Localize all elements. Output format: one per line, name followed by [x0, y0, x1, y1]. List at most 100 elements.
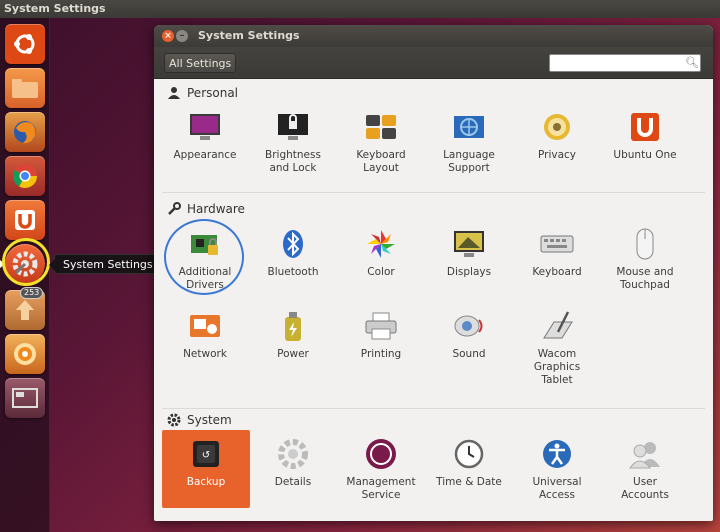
- item-label: Keyboard Layout: [356, 149, 406, 174]
- keyboard-icon: [540, 235, 574, 253]
- person-icon: [168, 87, 180, 99]
- launcher-firefox-button[interactable]: [5, 112, 45, 152]
- item-label: Bluetooth: [267, 266, 319, 278]
- tablet-icon: [543, 311, 573, 339]
- settings-item-appearance[interactable]: Appearance: [161, 109, 249, 162]
- item-label: Brightness and Lock: [265, 149, 321, 174]
- settings-item-backup[interactable]: ↺ Backup: [162, 430, 250, 508]
- section-separator: [162, 408, 705, 409]
- chrome-icon: [12, 164, 37, 189]
- ubuntu-one-icon: [631, 113, 659, 141]
- item-label: Ubuntu One: [613, 149, 677, 161]
- settings-item-language-support[interactable]: Language Support: [425, 109, 513, 175]
- item-label: Printing: [360, 348, 402, 360]
- appearance-icon: [190, 114, 220, 140]
- settings-item-printing[interactable]: Printing: [337, 308, 425, 361]
- top-panel: System Settings: [0, 0, 720, 18]
- settings-item-network[interactable]: Network: [161, 308, 249, 361]
- accessibility-icon: [543, 440, 571, 468]
- svg-text:↺: ↺: [202, 450, 210, 461]
- sound-icon: [454, 315, 483, 337]
- tooltip-label: System Settings: [63, 258, 153, 271]
- settings-item-color[interactable]: Color: [337, 226, 425, 279]
- settings-item-mouse-touchpad[interactable]: Mouse and Touchpad: [601, 226, 689, 292]
- item-label: Additional Drivers: [178, 266, 232, 291]
- section-title: System: [187, 413, 232, 427]
- gear-icon: [167, 413, 181, 427]
- privacy-icon: [544, 114, 570, 140]
- section-title: Hardware: [187, 202, 245, 216]
- brightness-lock-icon: [278, 114, 308, 140]
- item-label: Mouse and Touchpad: [616, 266, 674, 291]
- search-input[interactable]: [549, 54, 701, 72]
- keyboard-layout-icon: [366, 115, 396, 139]
- settings-item-privacy[interactable]: Privacy: [513, 109, 601, 162]
- section-header-hardware: Hardware: [167, 201, 245, 217]
- settings-item-power[interactable]: Power: [249, 308, 337, 361]
- launcher-highlight-ring: [2, 238, 50, 286]
- color-icon: [367, 230, 395, 258]
- displays-icon: [454, 231, 484, 257]
- update-manager-icon: [16, 300, 34, 320]
- item-label: Privacy: [537, 149, 577, 161]
- settings-item-wacom-tablet[interactable]: Wacom Graphics Tablet: [513, 308, 601, 387]
- section-title: Personal: [187, 86, 239, 100]
- launcher-chrome-button[interactable]: [5, 156, 45, 196]
- users-icon: [629, 442, 660, 469]
- management-service-icon: [366, 439, 396, 469]
- disk-icon: [14, 343, 36, 365]
- item-label: Network: [183, 348, 227, 360]
- settings-item-user-accounts[interactable]: User Accounts: [601, 436, 689, 502]
- settings-item-keyboard[interactable]: Keyboard: [513, 226, 601, 279]
- settings-item-brightness-lock[interactable]: Brightness and Lock: [249, 109, 337, 175]
- item-label: Universal Access: [532, 476, 582, 501]
- bluetooth-icon: [283, 230, 303, 258]
- launcher-tooltip: System Settings: [49, 254, 162, 274]
- launcher-disk-button[interactable]: [5, 334, 45, 374]
- settings-content: Personal Appearance Brightness and Lock …: [154, 79, 713, 521]
- settings-item-additional-drivers[interactable]: Additional Drivers: [161, 226, 249, 292]
- launcher-workspace-button[interactable]: [5, 378, 45, 418]
- settings-item-bluetooth[interactable]: Bluetooth: [249, 226, 337, 279]
- item-label: Displays: [446, 266, 492, 278]
- item-label: Keyboard: [532, 266, 582, 278]
- wrench-icon: [168, 202, 181, 215]
- launcher-ubuntu-button[interactable]: [5, 24, 45, 64]
- top-panel-title: System Settings: [4, 2, 106, 15]
- backup-icon: ↺: [193, 441, 219, 467]
- settings-item-keyboard-layout[interactable]: Keyboard Layout: [337, 109, 425, 175]
- details-icon: [278, 439, 308, 469]
- settings-item-displays[interactable]: Displays: [425, 226, 513, 279]
- update-count-badge: 253: [20, 287, 44, 299]
- settings-item-management-service[interactable]: Management Service: [337, 436, 425, 502]
- window-toolbar: All Settings 🔍︎: [154, 47, 713, 79]
- launcher-files-button[interactable]: [5, 68, 45, 108]
- ubuntu-one-icon: [15, 210, 35, 230]
- additional-drivers-icon: [191, 235, 218, 255]
- item-label: Power: [277, 348, 309, 360]
- section-separator: [162, 192, 705, 193]
- settings-item-details[interactable]: Details: [249, 436, 337, 489]
- close-button[interactable]: ×: [162, 30, 174, 42]
- settings-item-ubuntu-one[interactable]: Ubuntu One: [601, 109, 689, 162]
- item-label: Details: [274, 476, 312, 488]
- launcher-ubuntu-one-button[interactable]: [5, 200, 45, 240]
- all-settings-button[interactable]: All Settings: [164, 53, 237, 73]
- close-icon: ×: [164, 31, 172, 41]
- settings-item-time-date[interactable]: Time & Date: [425, 436, 513, 489]
- power-icon: [285, 312, 301, 341]
- settings-item-sound[interactable]: Sound: [425, 308, 513, 361]
- item-label: Sound: [452, 348, 486, 360]
- settings-item-universal-access[interactable]: Universal Access: [513, 436, 601, 502]
- minimize-button[interactable]: –: [176, 30, 188, 42]
- mouse-icon: [636, 228, 654, 260]
- item-label: Management Service: [346, 476, 416, 501]
- clock-icon: [454, 439, 484, 469]
- minimize-icon: –: [179, 31, 185, 41]
- window-titlebar[interactable]: × – System Settings: [154, 25, 713, 47]
- window-title: System Settings: [198, 29, 300, 42]
- system-settings-window: × – System Settings All Settings 🔍︎ Pers…: [154, 25, 713, 521]
- item-label: Color: [367, 266, 395, 278]
- item-label: Language Support: [443, 149, 495, 174]
- language-support-icon: [454, 116, 484, 138]
